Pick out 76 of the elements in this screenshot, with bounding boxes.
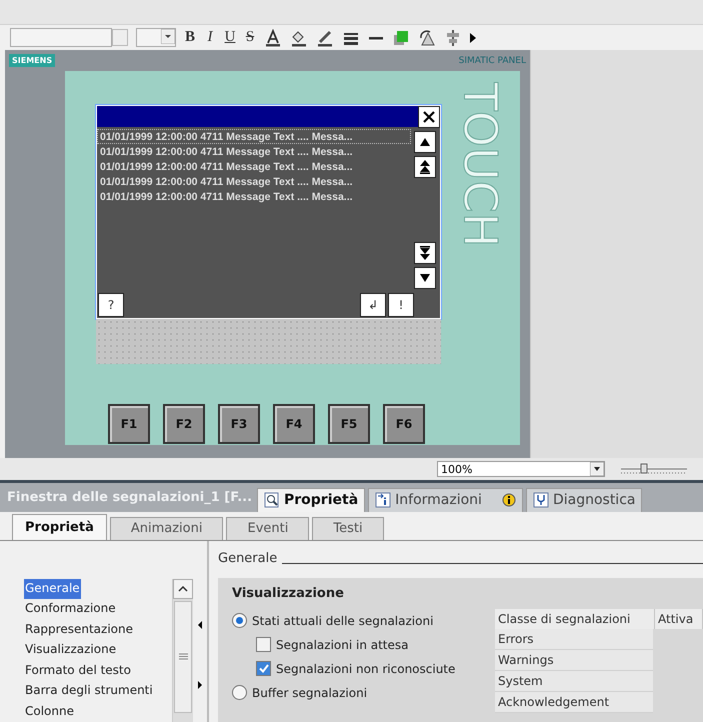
page-up-icon[interactable]	[419, 160, 431, 174]
align-icon[interactable]	[444, 28, 462, 47]
alarm-row[interactable]: 01/01/1999 12:00:00 4711 Message Text .... Messa...	[97, 159, 411, 174]
function-key[interactable]: F5	[328, 404, 370, 444]
arrows-sheet-icon	[375, 492, 392, 508]
table-cell: System	[495, 670, 653, 692]
inspector-tab[interactable]: Diagnostica	[526, 488, 642, 512]
dropdown-icon[interactable]	[590, 462, 604, 476]
table-cell: Errors	[495, 628, 653, 650]
property-tab[interactable]: Testi	[312, 516, 384, 540]
nav-item[interactable]: Barra degli strumenti	[24, 681, 154, 702]
magnifier-sheet-icon	[264, 492, 280, 508]
dropdown-icon[interactable]	[161, 29, 175, 44]
column-header[interactable]: Attiva	[655, 608, 703, 629]
inspector-title: Finestra delle segnalazioni_1 [F...	[6, 490, 254, 507]
alarm-row[interactable]: 01/01/1999 12:00:00 4711 Message Text .... Messa...	[97, 174, 411, 190]
acknowledge-key[interactable]: !	[388, 293, 414, 318]
help-key[interactable]: ?	[98, 293, 124, 318]
alarm-row[interactable]: 01/01/1999 12:00:00 4711 Message Text .... Messa...	[97, 189, 411, 204]
option-label: Buffer segnalazioni	[252, 686, 368, 700]
function-key[interactable]: F3	[218, 404, 260, 444]
fill-bucket-icon[interactable]	[290, 28, 308, 47]
option-label: Segnalazioni non riconosciute	[276, 662, 456, 676]
nav-item[interactable]: Generale	[24, 578, 81, 600]
option-label: Segnalazioni in attesa	[276, 638, 408, 652]
alarm-row[interactable]: 01/01/1999 12:00:00 4711 Message Text .... Messa...	[97, 129, 411, 144]
scrollbar[interactable]	[172, 578, 193, 722]
function-key[interactable]: F1	[108, 404, 150, 444]
model-label: SIMATIC PANEL	[458, 56, 526, 66]
section-title: Generale	[218, 550, 278, 566]
checkbox[interactable]	[256, 637, 271, 652]
alarm-row[interactable]: 01/01/1999 12:00:00 4711 Message Text .... Messa...	[97, 144, 411, 160]
format-button[interactable]: U	[224, 29, 236, 46]
nav-item[interactable]: Rappresentazione	[24, 620, 134, 640]
format-button[interactable]: I	[204, 29, 216, 46]
checkbox[interactable]	[256, 661, 271, 676]
stethoscope-icon	[532, 492, 549, 508]
brand-label: SIEMENS	[9, 54, 56, 68]
scroll-up-icon[interactable]	[178, 586, 188, 592]
alarm-view[interactable]	[96, 105, 441, 320]
property-tab[interactable]: Proprietà	[12, 514, 107, 540]
radio-button[interactable]	[232, 613, 247, 628]
more-arrow-icon[interactable]	[470, 32, 476, 43]
nav-item[interactable]: Colonne	[24, 702, 75, 722]
text-color-icon[interactable]	[264, 28, 282, 47]
table-cell: Acknowledgement	[495, 692, 653, 713]
function-key[interactable]: F4	[273, 404, 315, 444]
expand-right-icon[interactable]	[198, 680, 202, 689]
page-down-icon[interactable]	[419, 246, 431, 260]
radio-button[interactable]	[232, 685, 247, 700]
table-cell: Warnings	[495, 650, 653, 671]
nav-item[interactable]: Visualizzazione	[24, 640, 118, 661]
font-field[interactable]	[10, 28, 112, 48]
group-title: Visualizzazione	[232, 586, 345, 601]
collapse-left-icon[interactable]	[198, 620, 202, 629]
inspector-tab[interactable]: Proprietà	[257, 488, 366, 512]
inspector-tab[interactable]: Informazioni	[368, 488, 523, 512]
info-badge-icon	[502, 493, 516, 508]
function-key[interactable]: F2	[163, 404, 205, 444]
grip-icon	[178, 653, 188, 660]
pen-icon[interactable]	[316, 28, 334, 47]
nav-item[interactable]: Conformazione	[24, 599, 117, 620]
option-label: Stati attuali delle segnalazioni	[252, 614, 434, 628]
format-button[interactable]: B	[184, 29, 196, 46]
acknowledge-key[interactable]: ↲	[360, 293, 386, 318]
rotate-icon[interactable]	[418, 28, 436, 47]
format-button[interactable]: S	[244, 29, 256, 46]
close-icon[interactable]	[418, 106, 440, 128]
property-tab[interactable]: Animazioni	[110, 516, 224, 540]
touch-label: TOUCH	[454, 83, 508, 248]
nav-item[interactable]: Formato del testo	[24, 660, 132, 682]
property-tab[interactable]: Eventi	[226, 516, 310, 540]
zoom-field[interactable]: 100%	[437, 461, 605, 478]
font-size-field[interactable]	[136, 28, 176, 48]
zoom-slider-icon[interactable]	[619, 462, 689, 476]
function-key[interactable]: F6	[383, 404, 425, 444]
